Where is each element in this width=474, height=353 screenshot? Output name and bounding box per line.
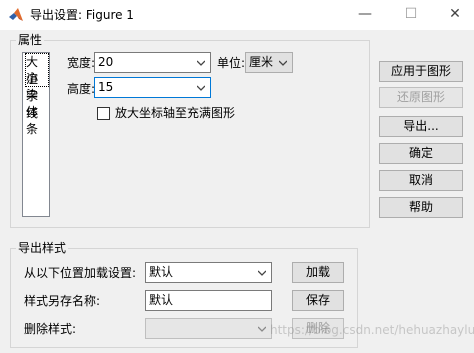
delete-style-label: 删除样式: (24, 322, 77, 336)
properties-group-title: 属性 (16, 33, 45, 47)
watermark-text: https://blog.csdn.net/hehuazhaylua (270, 323, 474, 337)
units-label: 单位: (217, 56, 246, 70)
expand-axes-checkbox[interactable] (97, 107, 110, 120)
units-combobox[interactable]: 厘米 (245, 52, 293, 73)
units-value: 厘米 (249, 55, 274, 69)
load-button[interactable]: 加载 (292, 262, 344, 283)
ok-button[interactable]: 确定 (379, 143, 463, 164)
minimize-button[interactable]: — (350, 2, 380, 26)
help-button[interactable]: 帮助 (379, 197, 463, 218)
export-button[interactable]: 导出... (379, 116, 463, 137)
restore-figure-button[interactable]: 还原图形 (379, 87, 463, 108)
width-value: 20 (98, 55, 114, 69)
close-button[interactable]: ✕ (440, 2, 470, 26)
height-value: 15 (98, 80, 114, 94)
maximize-button[interactable]: ☐ (396, 2, 426, 26)
height-combobox[interactable]: 15 (94, 77, 211, 98)
chevron-down-icon (197, 85, 205, 91)
delete-style-combobox[interactable] (145, 318, 272, 339)
save-style-name-input[interactable]: 默认 (145, 290, 272, 311)
matlab-logo-icon (9, 8, 23, 21)
expand-axes-label: 放大坐标轴至充满图形 (115, 106, 236, 120)
export-style-group-title: 导出样式 (16, 241, 69, 255)
width-combobox[interactable]: 20 (94, 52, 211, 73)
load-style-value: 默认 (149, 265, 174, 279)
list-item-lines[interactable]: 线条 (26, 105, 48, 137)
width-label: 宽度: (67, 56, 96, 70)
height-label: 高度: (67, 82, 96, 96)
chevron-down-icon (258, 270, 266, 276)
chevron-down-icon (279, 60, 287, 66)
title-bar: 导出设置: Figure 1 — ☐ ✕ (0, 0, 474, 30)
window-title: 导出设置: Figure 1 (30, 8, 134, 22)
cancel-button[interactable]: 取消 (379, 170, 463, 191)
save-style-name-label: 样式另存名称: (24, 294, 101, 308)
load-settings-label: 从以下位置加载设置: (24, 266, 137, 280)
load-style-combobox[interactable]: 默认 (145, 262, 272, 283)
chevron-down-icon (197, 60, 205, 66)
save-button[interactable]: 保存 (292, 290, 344, 311)
apply-to-figure-button[interactable]: 应用于图形 (379, 61, 463, 82)
category-listbox[interactable]: 大小 渲染 字体 线条 (22, 52, 50, 217)
chevron-down-icon (258, 326, 266, 332)
